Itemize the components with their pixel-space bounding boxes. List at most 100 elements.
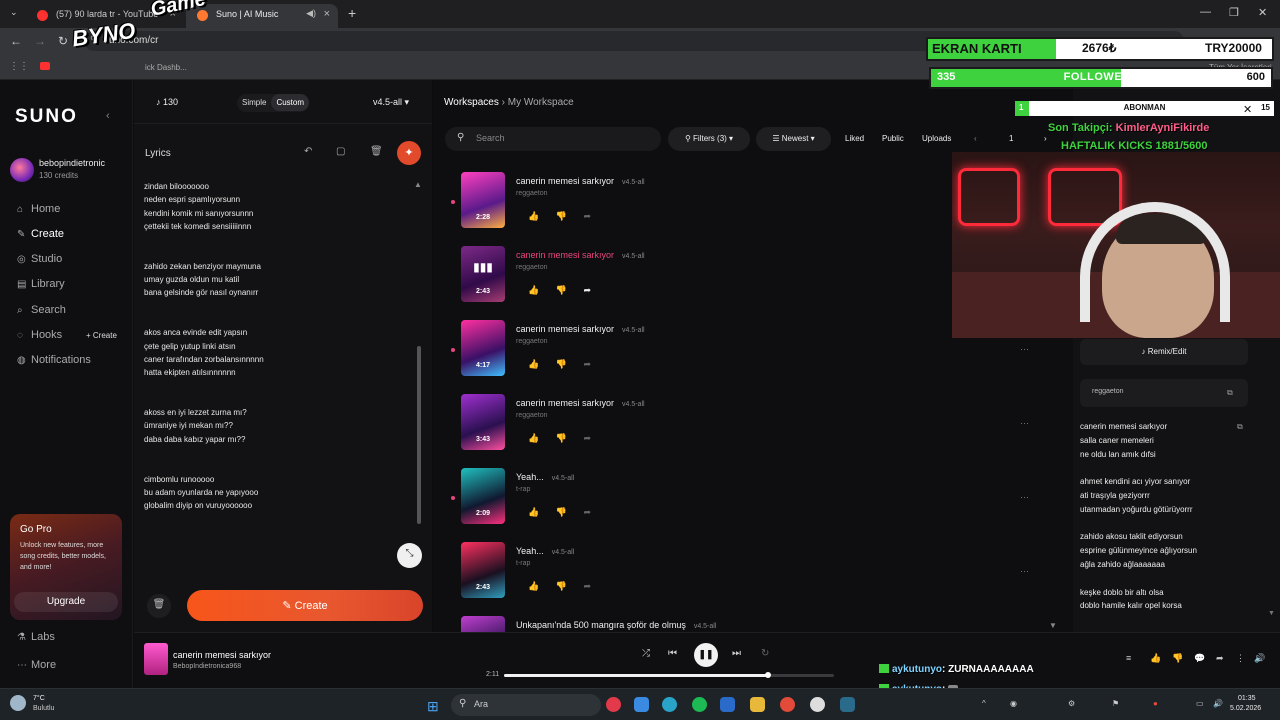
like-icon[interactable]: 👍 [528,359,539,369]
like-icon[interactable]: 👍 [528,581,539,591]
clear-button[interactable]: 🗑 [147,594,171,618]
copy-genre-icon[interactable]: ⧉ [1227,388,1233,398]
repeat-icon[interactable]: ↻ [761,648,769,659]
sidebar-item-labs[interactable]: ⚗ Labs [17,631,55,643]
track-row[interactable]: 2:09 Yeah... v4.5-all t-rap 👍 👎 ➦ ⋯ [445,468,1045,534]
filters-button[interactable]: ⚲ Filters (3) ▾ [668,127,750,151]
undo-icon[interactable]: ↶ [304,146,312,157]
track-row[interactable]: Unkapanı'nda 500 mangıra şoför de olmuş v… [445,616,1045,632]
dislike-icon[interactable]: 👎 [556,359,567,369]
window-close-icon[interactable]: ✕ [1258,6,1267,19]
mode-custom[interactable]: Custom [271,94,310,111]
weather-icon[interactable] [10,695,26,711]
spotify-icon[interactable] [692,697,707,712]
tray-icon[interactable]: ● [1153,699,1158,708]
suno-logo[interactable]: SUNO [15,106,78,128]
breadcrumb-current[interactable]: My Workspace [508,97,574,108]
clock-date[interactable]: 5.02.2026 [1230,705,1261,712]
progress-knob[interactable] [765,672,771,678]
track-cover[interactable] [461,616,505,632]
windows-start-icon[interactable]: ⊞ [427,698,439,715]
more-options-icon[interactable]: ⋯ [1020,344,1029,355]
more-options-icon[interactable]: ⋯ [1020,566,1029,577]
tab-suno[interactable]: Suno | AI Music ◀) × [186,4,338,28]
mode-simple[interactable]: Simple [237,94,271,111]
weather-temp[interactable]: 7°C [33,695,45,702]
apps-icon[interactable]: ⋮⋮ [9,61,29,72]
scroll-down-icon[interactable]: ▼ [1268,610,1275,617]
dislike-icon[interactable]: 👎 [556,285,567,295]
weather-desc[interactable]: Bulutlu [33,705,54,712]
collapse-sidebar-icon[interactable]: ‹ [106,110,110,122]
dislike-icon[interactable]: 👎 [556,581,567,591]
volume-icon[interactable]: 🔊 [1213,699,1223,708]
minimize-icon[interactable]: — [1200,6,1211,18]
now-playing-title[interactable]: canerin memesi sarkıyor [173,650,271,660]
forward-icon[interactable]: → [34,34,46,48]
dislike-icon[interactable]: 👎 [556,433,567,443]
scroll-down-icon[interactable]: ▼ [1049,621,1057,630]
youtube-bookmark-icon[interactable] [40,62,50,70]
track-row[interactable]: 3:43 canerin memesi sarkıyor v4.5-all regga… [445,394,1045,460]
dislike-icon[interactable]: 👎 [556,507,567,517]
network-icon[interactable]: ▭ [1196,699,1204,708]
sidebar-item-library[interactable]: ▤ Library [17,278,65,290]
like-icon[interactable]: 👍 [528,211,539,221]
delete-lyrics-icon[interactable]: 🗑 [370,146,383,157]
shuffle-icon[interactable]: ⤮ [642,648,650,659]
sidebar-item-studio[interactable]: ◎ Studio [17,253,62,265]
expand-icon[interactable]: ⤡ [397,543,422,568]
pause-button[interactable]: ❚❚ [694,643,718,667]
breadcrumb-workspaces[interactable]: Workspaces [444,97,499,108]
prev-page-icon[interactable]: ‹ [974,134,977,143]
tab-list-icon[interactable]: ⌄ [10,7,18,18]
bookmark-kick-dashboard[interactable]: ick Dashb... [145,63,187,72]
share-icon[interactable]: ➦ [583,581,591,591]
credit-chip[interactable]: ♪ 130 [156,97,178,107]
speaker-icon[interactable]: ◀) [306,8,316,19]
track-row[interactable]: 2:43 Yeah... v4.5-all t-rap 👍 👎 ➦ ⋯ [445,542,1045,608]
like-icon[interactable]: 👍 [1150,653,1161,664]
share-icon[interactable]: ➦ [583,211,591,221]
avatar[interactable] [10,158,34,182]
share-icon[interactable]: ➦ [583,359,591,369]
sidebar-item-notifications[interactable]: ◍ Notifications [17,354,91,366]
taskbar-search[interactable]: ⚲ Ara [451,694,601,716]
filter-liked[interactable]: Liked [845,134,864,143]
track-title[interactable]: canerin memesi sarkıyor v4.5-all [516,250,645,260]
sidebar-item-search[interactable]: ⌕ Search [17,304,66,316]
tray-icon[interactable]: ⚙ [1068,699,1075,708]
page-number[interactable]: 1 [1009,134,1013,143]
more-options-icon[interactable]: ⋯ [1020,418,1029,429]
track-title[interactable]: canerin memesi sarkıyor v4.5-all [516,176,645,186]
tray-icon[interactable]: ⚑ [1112,699,1119,708]
more-options-icon[interactable]: ⋯ [1020,492,1029,503]
track-title[interactable]: Yeah... v4.5-all [516,472,574,482]
chrome-icon[interactable] [780,697,795,712]
hooks-create-button[interactable]: + Create [86,331,117,340]
volume-icon[interactable]: 🔊 [1254,653,1265,664]
search-input[interactable]: ⚲ Search [445,127,661,151]
obs-icon[interactable] [810,697,825,712]
sidebar-item-create[interactable]: ✎ Create [17,228,64,240]
like-icon[interactable]: 👍 [528,285,539,295]
remix-edit-button[interactable]: ♪ Remix/Edit [1080,339,1248,365]
track-title[interactable]: canerin memesi sarkıyor v4.5-all [516,398,645,408]
sidebar-item-hooks[interactable]: ◌ Hooks [17,329,62,341]
sidebar-item-home[interactable]: ⌂ Home [17,203,60,215]
clock-time[interactable]: 01:35 [1238,695,1256,702]
lyrics-scrollbar[interactable] [417,346,421,524]
more-options-icon[interactable]: ⋮ [1236,653,1245,664]
magic-wand-button[interactable]: ✦ [397,141,421,165]
share-icon[interactable]: ➦ [583,507,591,517]
store-icon[interactable] [720,697,735,712]
share-icon[interactable]: ➦ [583,433,591,443]
app-icon[interactable] [606,697,621,712]
track-title[interactable]: Yeah... v4.5-all [516,546,574,556]
comment-icon[interactable]: 💬 [1194,653,1205,664]
like-icon[interactable]: 👍 [528,507,539,517]
create-button[interactable]: ✎ Create [187,590,423,621]
now-playing-cover[interactable] [144,643,168,675]
tray-icon[interactable]: ◉ [1010,699,1017,708]
share-icon[interactable]: ➦ [1216,653,1224,664]
